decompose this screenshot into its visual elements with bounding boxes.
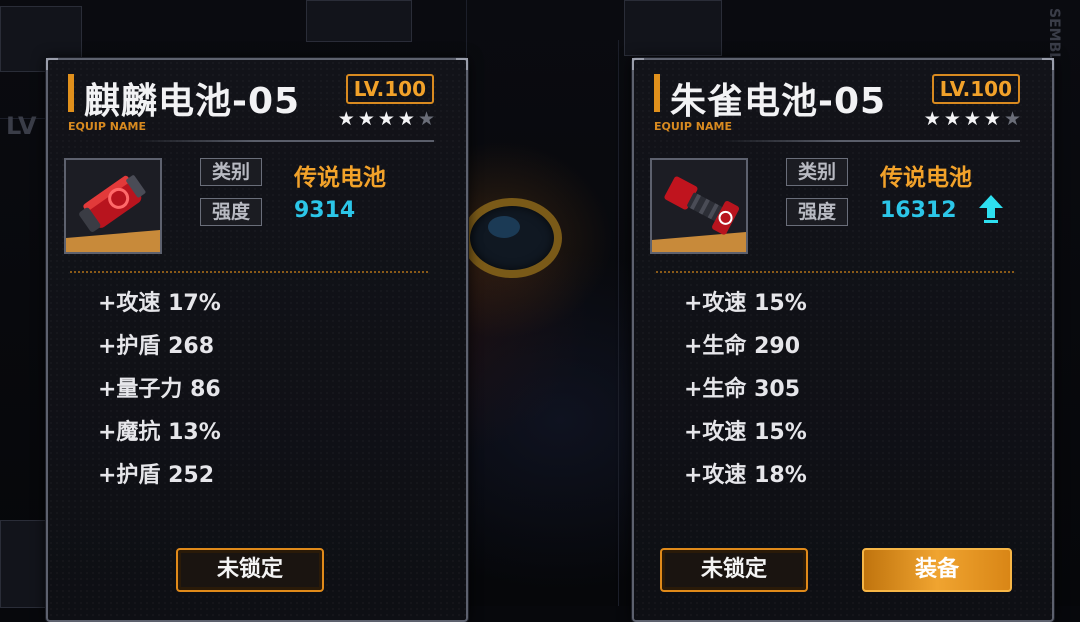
section-divider xyxy=(70,271,428,273)
power-value: 16312 xyxy=(880,198,957,223)
star-rating: ★★★★★ xyxy=(924,108,1024,130)
type-value: 传说电池 xyxy=(880,165,972,191)
section-divider xyxy=(656,271,1014,273)
level-badge: LV.100 xyxy=(931,74,1020,104)
battery-item-icon[interactable] xyxy=(64,158,162,254)
star-icon: ★ xyxy=(397,108,418,130)
star-icon: ★ xyxy=(357,108,378,130)
panel-corner xyxy=(456,58,468,70)
bg-item-thumbnail xyxy=(624,0,722,56)
type-label: 类别 xyxy=(200,158,262,186)
equip-name-caption: EQUIP NAME xyxy=(654,120,732,133)
panel-corner xyxy=(1042,58,1054,70)
stat-line: +魔抗 13% xyxy=(98,420,221,445)
bg-ring-decoration xyxy=(462,198,562,278)
star-rating: ★★★★★ xyxy=(338,108,438,130)
stat-line: +护盾 268 xyxy=(98,334,215,359)
lock-toggle-button[interactable]: 未锁定 xyxy=(176,548,324,592)
bg-side-text: SEMBL xyxy=(1046,8,1062,62)
star-icon: ★ xyxy=(377,108,398,130)
stat-line: +量子力 86 xyxy=(98,377,221,402)
title-underline xyxy=(720,140,1020,142)
panel-corner xyxy=(46,58,58,70)
up-arrow-icon xyxy=(978,194,1004,224)
star-icon: ★ xyxy=(963,108,984,130)
equipment-card-right: 朱雀电池-05 EQUIP NAME LV.100 ★★★★★ 类别 传说电池 … xyxy=(632,58,1054,622)
star-icon: ★ xyxy=(923,108,944,130)
battery-item-icon[interactable] xyxy=(650,158,748,254)
equipment-name: 麒麟电池-05 xyxy=(84,81,301,122)
title-underline xyxy=(134,140,434,142)
lock-toggle-button[interactable]: 未锁定 xyxy=(660,548,808,592)
power-value: 9314 xyxy=(294,198,356,223)
stat-line: +生命 305 xyxy=(684,377,801,402)
bg-item-thumbnail xyxy=(306,0,412,42)
type-value: 传说电池 xyxy=(294,165,386,191)
stat-line: +攻速 17% xyxy=(98,291,221,316)
equip-name-caption: EQUIP NAME xyxy=(68,120,146,133)
type-label: 类别 xyxy=(786,158,848,186)
bg-line xyxy=(618,40,619,606)
power-label: 强度 xyxy=(200,198,262,226)
title-accent-bar xyxy=(68,74,74,112)
equip-button[interactable]: 装备 xyxy=(862,548,1012,592)
star-empty-icon: ★ xyxy=(417,108,438,130)
equipment-name: 朱雀电池-05 xyxy=(670,81,887,122)
star-icon: ★ xyxy=(337,108,358,130)
power-label: 强度 xyxy=(786,198,848,226)
star-icon: ★ xyxy=(943,108,964,130)
stat-line: +攻速 15% xyxy=(684,291,807,316)
level-badge: LV.100 xyxy=(345,74,434,104)
title-accent-bar xyxy=(654,74,660,112)
stat-line: +护盾 252 xyxy=(98,463,215,488)
stat-line: +攻速 15% xyxy=(684,420,807,445)
stat-line: +攻速 18% xyxy=(684,463,807,488)
bg-level-text: LV xyxy=(6,112,37,140)
equipment-card-left: 麒麟电池-05 EQUIP NAME LV.100 ★★★★★ 类别 传说电池 … xyxy=(46,58,468,622)
star-empty-icon: ★ xyxy=(1003,108,1024,130)
panel-corner xyxy=(632,58,644,70)
stat-line: +生命 290 xyxy=(684,334,801,359)
star-icon: ★ xyxy=(983,108,1004,130)
